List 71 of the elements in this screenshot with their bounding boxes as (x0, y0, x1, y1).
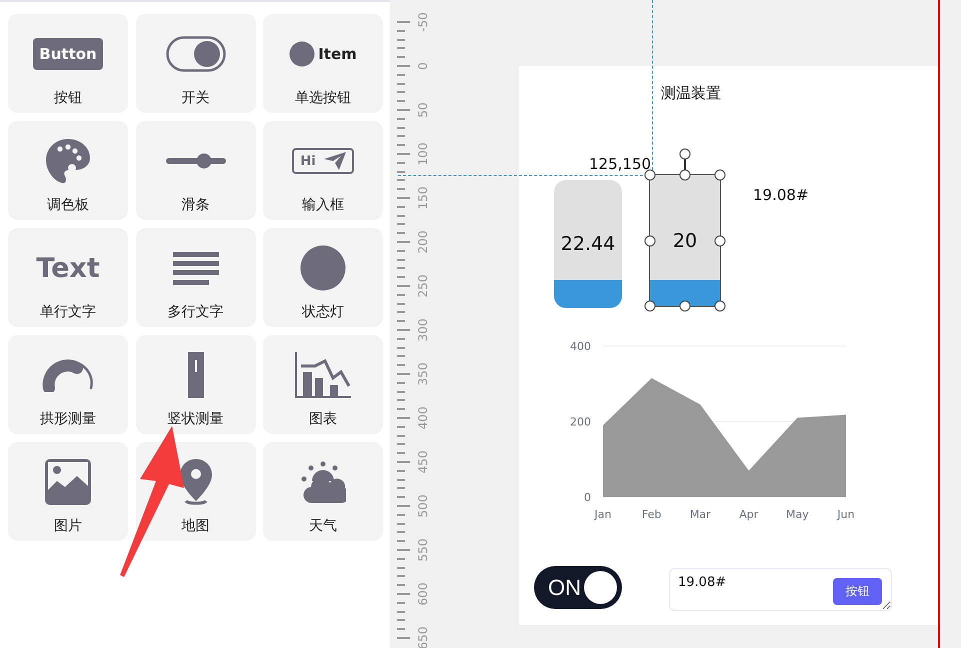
arc-gauge-icon (42, 358, 94, 392)
ruler-label: 50 (416, 102, 430, 118)
toggle-switch[interactable]: ON (534, 566, 622, 609)
ruler-label: 450 (416, 450, 430, 474)
x-tick-label: Apr (739, 508, 758, 521)
text-preview: Text (36, 252, 100, 284)
component-tile[interactable]: 天气 (263, 442, 383, 541)
ruler-label: 200 (416, 230, 430, 254)
weather-icon (300, 461, 346, 503)
text-lines-icon (172, 252, 218, 284)
ruler-label: 150 (416, 186, 430, 210)
send-icon (324, 152, 346, 170)
slider-icon (166, 153, 226, 169)
ruler-label: 600 (416, 582, 430, 606)
component-tile[interactable]: Hi 输入框 (263, 121, 383, 220)
resize-handle[interactable] (644, 170, 656, 180)
ruler-label: 500 (416, 494, 430, 518)
vertical-gauge-icon (188, 352, 204, 398)
rotate-handle[interactable] (680, 148, 690, 160)
ruler-label: 350 (416, 362, 430, 386)
y-tick-label: 0 (584, 491, 591, 504)
component-tile[interactable]: Text 单行文字 (8, 228, 128, 327)
component-tile[interactable]: Item 单选按钮 (263, 14, 383, 113)
palette-icon (45, 138, 91, 184)
radio-preview-label: Item (318, 45, 357, 63)
y-tick-label: 200 (570, 416, 591, 428)
chart-icon (295, 352, 351, 398)
component-tile[interactable]: 调色板 (8, 121, 128, 220)
resize-handle[interactable] (680, 300, 690, 312)
ruler-label: 100 (416, 142, 430, 166)
resize-handle[interactable] (644, 300, 656, 312)
ruler-label: 550 (416, 538, 430, 562)
image-icon (45, 459, 91, 505)
vertical-gauge[interactable]: 20 (650, 175, 720, 306)
ruler-label: 400 (416, 406, 430, 430)
resize-handle[interactable] (680, 170, 690, 180)
gauge-value: 20 (672, 230, 698, 252)
button-preview: Button (33, 38, 103, 70)
component-tile[interactable]: 滑条 (136, 121, 256, 220)
resize-handle[interactable] (644, 235, 656, 246)
status-light-icon (300, 245, 346, 291)
component-tile[interactable]: 状态灯 (263, 228, 383, 327)
canvas-title: 测温装置 (661, 84, 721, 103)
component-tile[interactable]: 拱形测量 (8, 335, 128, 434)
x-tick-label: Feb (642, 508, 662, 521)
input-preview: Hi (292, 148, 354, 174)
component-tile[interactable]: 开关 (136, 14, 256, 113)
resize-handle[interactable] (714, 170, 726, 180)
component-tile[interactable]: 多行文字 (136, 228, 256, 327)
radio-dot-icon (289, 41, 316, 67)
value-text: 19.08# (753, 186, 809, 204)
ruler-label: 250 (416, 274, 430, 298)
position-label: 125,150 (589, 155, 652, 173)
vertical-gauge[interactable]: 22.44 (554, 180, 622, 308)
resize-handle[interactable] (714, 300, 726, 312)
submit-button[interactable]: 按钮 (833, 578, 882, 605)
component-tile[interactable]: 竖状测量 (136, 335, 256, 434)
y-tick-label: 400 (570, 340, 591, 353)
x-tick-label: Jan (594, 508, 612, 521)
ruler-label: 300 (416, 318, 430, 342)
component-tile[interactable]: Button 按钮 (8, 14, 128, 113)
map-pin-icon (178, 459, 212, 505)
gauge-value: 22.44 (560, 233, 616, 255)
x-tick-label: May (786, 508, 809, 521)
ruler-label: 0 (416, 62, 430, 70)
x-tick-label: Mar (690, 508, 711, 521)
toggle-icon (166, 36, 226, 72)
x-tick-label: Jun (837, 508, 855, 521)
component-tile[interactable]: 图表 (263, 335, 383, 434)
component-tile[interactable]: 图片 (8, 442, 128, 541)
ruler-label: -50 (416, 12, 430, 32)
